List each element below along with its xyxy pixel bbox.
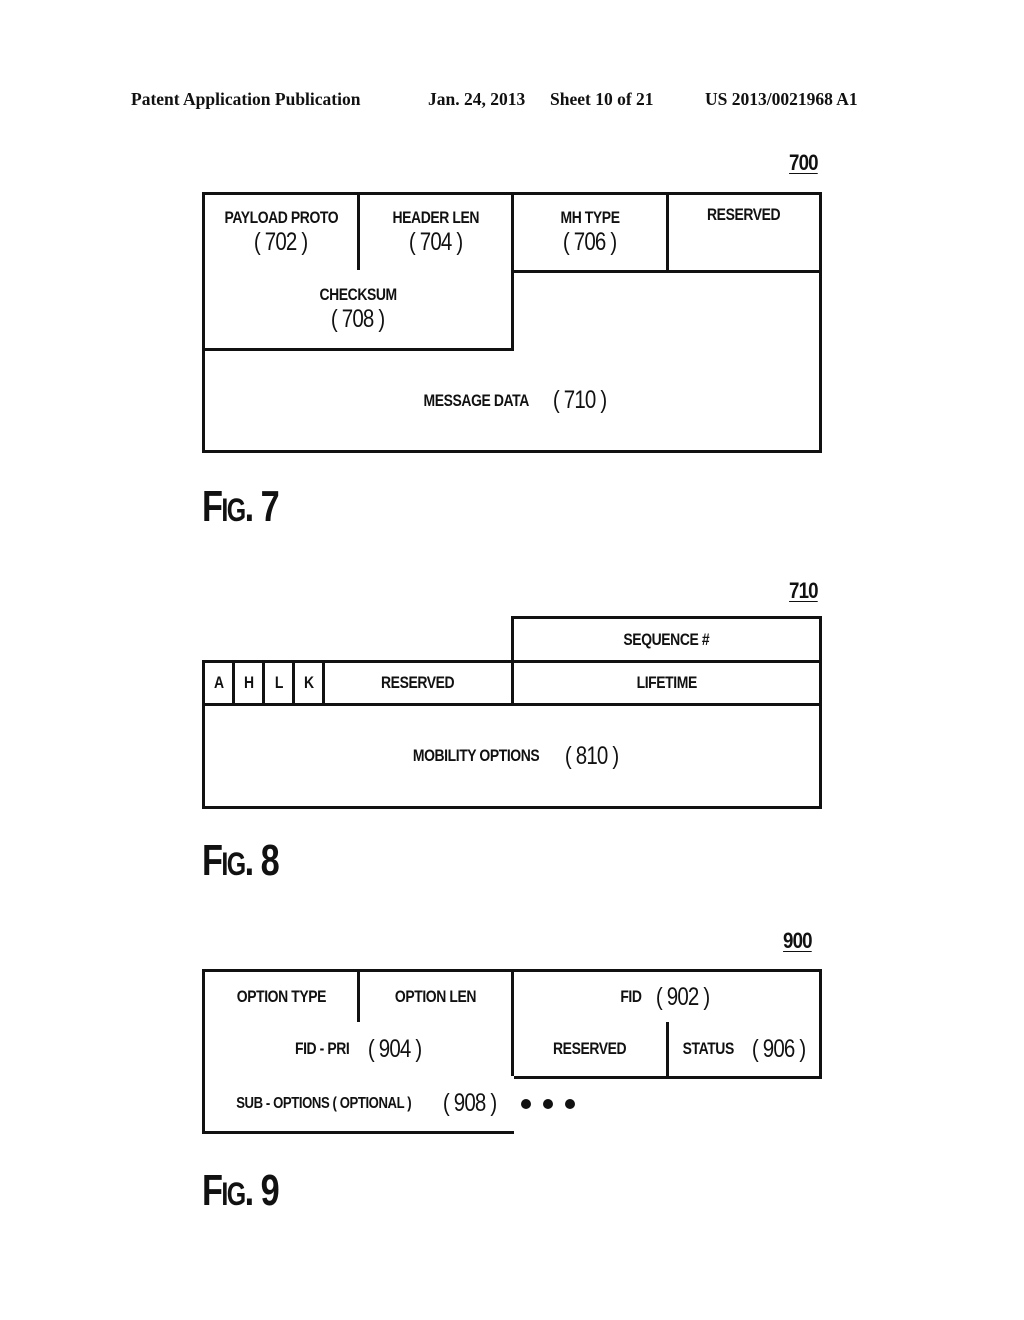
field-number: ( 710 ) [552, 386, 606, 414]
sheet-number: Sheet 10 of 21 [550, 89, 654, 109]
flag-label: A [213, 673, 224, 692]
field-number: ( 708 ) [331, 304, 385, 333]
caption-number: . 8 [244, 836, 280, 885]
field-fid: FID ( 902 ) [514, 969, 822, 1025]
publication-label: Patent Application Publication [131, 89, 361, 109]
field-label: CHECKSUM [319, 284, 397, 304]
flag-l: L [265, 660, 295, 706]
field-sub-options: SUB - OPTIONS ( OPTIONAL ) ( 908 ) [202, 1076, 514, 1134]
flag-k: K [295, 660, 325, 706]
field-sequence: SEQUENCE # [511, 616, 822, 663]
field-label: MH TYPE [560, 208, 620, 227]
field-header-len: HEADER LEN ( 704 ) [360, 192, 514, 273]
field-option-len: OPTION LEN [360, 969, 514, 1025]
field-checksum: CHECKSUM ( 708 ) [202, 270, 514, 351]
field-label: MESSAGE DATA [423, 390, 530, 410]
field-label: SEQUENCE # [623, 629, 710, 649]
dot [543, 1099, 553, 1109]
field-mh-type: MH TYPE ( 706 ) [514, 192, 669, 273]
field-fid-pri: FID - PRI ( 904 ) [202, 1022, 514, 1079]
figure-8-reference: 710 [789, 578, 819, 603]
publication-date: Jan. 24, 2013 [428, 89, 526, 109]
figure-7-caption: FIG. 7 [202, 482, 280, 532]
field-label: STATUS [682, 1039, 735, 1058]
field-reserved: RESERVED [325, 660, 514, 706]
figure-8-caption: FIG. 8 [202, 836, 280, 886]
field-payload-proto: PAYLOAD PROTO ( 702 ) [202, 192, 360, 273]
caption-number: . 7 [244, 482, 280, 531]
patent-number: US 2013/0021968 A1 [705, 89, 858, 109]
field-number: ( 704 ) [408, 228, 463, 256]
field-label: OPTION LEN [394, 987, 477, 1006]
dot [565, 1099, 575, 1109]
field-number: ( 906 ) [751, 1034, 806, 1063]
figure-9-caption: FIG. 9 [202, 1166, 280, 1216]
flag-label: L [274, 673, 283, 692]
caption-number: . 9 [244, 1166, 280, 1215]
figure-9-reference: 900 [783, 928, 813, 953]
flag-a: A [202, 660, 235, 706]
field-number: ( 706 ) [563, 228, 617, 256]
caption-initial: F [202, 836, 223, 885]
field-label: SUB - OPTIONS ( OPTIONAL ) [236, 1094, 412, 1112]
flag-h: H [235, 660, 265, 706]
caption-initial: F [202, 1166, 223, 1215]
caption-smallcaps: IG [221, 1176, 246, 1212]
field-label: HEADER LEN [392, 208, 479, 227]
field-mobility-options: MOBILITY OPTIONS ( 810 ) [202, 706, 822, 809]
field-option-type: OPTION TYPE [202, 969, 360, 1025]
figure-7-reference: 700 [789, 150, 819, 175]
field-number: ( 902 ) [655, 982, 710, 1011]
caption-smallcaps: IG [221, 492, 246, 528]
field-label: LIFETIME [636, 673, 697, 692]
field-number: ( 702 ) [254, 228, 308, 256]
field-number: ( 810 ) [565, 741, 619, 770]
field-number: ( 904 ) [367, 1034, 421, 1063]
flag-label: H [243, 673, 254, 692]
dot [521, 1099, 531, 1109]
field-message-data: MESSAGE DATA ( 710 ) [205, 351, 819, 450]
field-label: PAYLOAD PROTO [224, 208, 338, 227]
caption-smallcaps: IG [221, 846, 246, 882]
field-status: STATUS ( 906 ) [669, 1022, 822, 1079]
flag-label: K [303, 673, 314, 692]
field-label: RESERVED [553, 1039, 627, 1058]
field-reserved: RESERVED [669, 192, 822, 273]
field-label: FID - PRI [295, 1039, 350, 1058]
field-reserved: RESERVED [514, 1022, 669, 1079]
field-lifetime: LIFETIME [514, 660, 822, 706]
caption-initial: F [202, 482, 223, 531]
ellipsis-dots-icon [521, 1099, 575, 1109]
field-label: RESERVED [381, 673, 455, 692]
field-label: FID [620, 987, 642, 1006]
field-label: RESERVED [707, 205, 781, 224]
field-label: MOBILITY OPTIONS [413, 746, 540, 765]
field-number: ( 908 ) [442, 1089, 496, 1117]
field-label: OPTION TYPE [236, 987, 326, 1006]
